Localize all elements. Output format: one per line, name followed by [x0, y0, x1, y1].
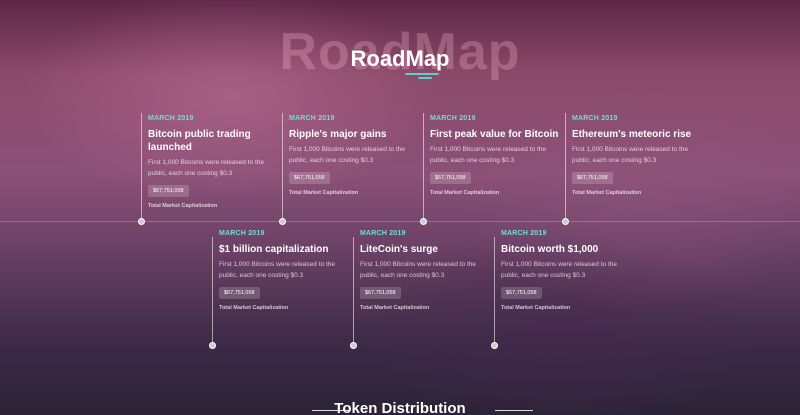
timeline-dot[interactable] — [279, 218, 286, 225]
section-divider-right — [495, 410, 533, 411]
milestone-connector — [212, 237, 213, 345]
milestone-value-badge: $67,751,058 — [501, 287, 542, 299]
milestone-description: First 1,000 Bitcoins were released to th… — [289, 146, 405, 164]
milestone-connector — [141, 113, 142, 221]
title-underline — [405, 73, 439, 75]
milestone-value-badge: $67,751,058 — [148, 185, 189, 197]
timeline-dot[interactable] — [562, 218, 569, 225]
milestone-value-badge: $67,751,058 — [430, 172, 471, 184]
milestone-date: MARCH 2019 — [430, 115, 476, 122]
milestone-content: MARCH 2019 Ethereum's meteoric rise Firs… — [572, 115, 702, 196]
timeline-dot[interactable] — [491, 342, 498, 349]
milestone-date: MARCH 2019 — [289, 115, 335, 122]
milestone-content: MARCH 2019 First peak value for Bitcoin … — [430, 115, 560, 196]
milestone-description: First 1,000 Bitcoins were released to th… — [430, 146, 546, 164]
milestone-caption: Total Market Capitalization — [501, 305, 571, 311]
roadmap-title: RoadMap — [350, 46, 450, 71]
milestone-date: MARCH 2019 — [360, 230, 406, 237]
milestone-description: First 1,000 Bitcoins were released to th… — [501, 261, 617, 279]
milestone-value-badge: $67,751,058 — [572, 172, 613, 184]
milestone-connector — [565, 113, 566, 221]
milestone-caption: Total Market Capitalization — [572, 190, 642, 196]
milestone-description: First 1,000 Bitcoins were released to th… — [219, 261, 335, 279]
milestone-caption: Total Market Capitalization — [289, 190, 359, 196]
milestone-date: MARCH 2019 — [572, 115, 618, 122]
milestone-description: First 1,000 Bitcoins were released to th… — [360, 261, 476, 279]
milestone-content: MARCH 2019 $1 billion capitalization Fir… — [219, 230, 349, 311]
milestone-connector — [282, 113, 283, 221]
milestone-connector — [494, 237, 495, 345]
milestone-connector — [423, 113, 424, 221]
milestone-description: First 1,000 Bitcoins were released to th… — [572, 146, 688, 164]
milestone-title: Ethereum's meteoric rise — [572, 129, 692, 140]
milestone-date: MARCH 2019 — [148, 115, 194, 122]
milestone-title: First peak value for Bitcoin — [430, 129, 559, 140]
milestone-title: Bitcoin worth $1,000 — [501, 244, 599, 255]
timeline-dot[interactable] — [420, 218, 427, 225]
milestone-value-badge: $67,751,058 — [360, 287, 401, 299]
milestone-title: LiteCoin's surge — [360, 244, 438, 255]
milestone-description: First 1,000 Bitcoins were released to th… — [148, 159, 264, 177]
timeline-axis — [0, 221, 800, 222]
milestone-caption: Total Market Capitalization — [148, 203, 218, 209]
milestone-caption: Total Market Capitalization — [360, 305, 430, 311]
milestone-value-badge: $67,751,058 — [219, 287, 260, 299]
milestone-title: $1 billion capitalization — [219, 244, 329, 255]
milestone-caption: Total Market Capitalization — [219, 305, 289, 311]
milestone-content: MARCH 2019 LiteCoin's surge First 1,000 … — [360, 230, 490, 311]
milestone-content: MARCH 2019 Bitcoin worth $1,000 First 1,… — [501, 230, 631, 311]
timeline-dot[interactable] — [209, 342, 216, 349]
title-underline-accent — [418, 77, 432, 79]
milestone-caption: Total Market Capitalization — [430, 190, 500, 196]
timeline-dot[interactable] — [138, 218, 145, 225]
milestone-title: Bitcoin public trading launched — [148, 129, 251, 153]
milestone-date: MARCH 2019 — [219, 230, 265, 237]
milestone-connector — [353, 237, 354, 345]
milestone-content: MARCH 2019 Bitcoin public trading launch… — [148, 115, 278, 209]
milestone-content: MARCH 2019 Ripple's major gains First 1,… — [289, 115, 419, 196]
token-distribution-heading: Token Distribution — [334, 400, 466, 415]
milestone-value-badge: $67,751,058 — [289, 172, 330, 184]
milestone-title: Ripple's major gains — [289, 129, 387, 140]
milestone-date: MARCH 2019 — [501, 230, 547, 237]
timeline-dot[interactable] — [350, 342, 357, 349]
